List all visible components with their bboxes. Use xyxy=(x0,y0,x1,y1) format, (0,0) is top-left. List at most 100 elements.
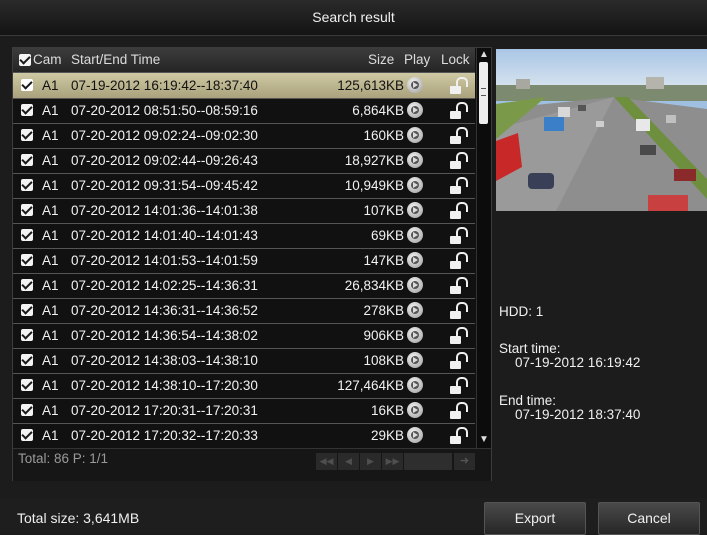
row-time: 07-20-2012 14:36:31--14:36:52 xyxy=(71,303,258,318)
table-row[interactable]: A1 07-20-2012 09:31:54--09:45:42 10,949KB xyxy=(13,173,475,199)
header-size[interactable]: Size xyxy=(368,52,394,67)
table-row[interactable]: A1 07-20-2012 14:38:10--17:20:30 127,464KB xyxy=(13,373,475,399)
unlock-icon[interactable] xyxy=(450,151,468,170)
row-checkbox[interactable] xyxy=(21,204,33,216)
table-row[interactable]: A1 07-20-2012 14:02:25--14:36:31 26,834KB xyxy=(13,273,475,299)
play-icon[interactable] xyxy=(407,177,423,193)
row-time: 07-20-2012 09:31:54--09:45:42 xyxy=(71,178,258,193)
row-time: 07-20-2012 09:02:24--09:02:30 xyxy=(71,128,258,143)
total-count: Total: 86 P: 1/1 xyxy=(18,451,109,466)
play-icon[interactable] xyxy=(407,152,423,168)
row-checkbox[interactable] xyxy=(21,179,33,191)
unlock-icon[interactable] xyxy=(450,426,468,445)
row-checkbox[interactable] xyxy=(21,379,33,391)
row-checkbox[interactable] xyxy=(21,104,33,116)
unlock-icon[interactable] xyxy=(450,376,468,395)
table-row[interactable]: A1 07-20-2012 17:20:31--17:20:31 16KB xyxy=(13,398,475,424)
row-size: 69KB xyxy=(370,228,404,243)
unlock-icon[interactable] xyxy=(450,176,468,195)
row-checkbox[interactable] xyxy=(21,229,33,241)
row-size: 6,864KB xyxy=(352,103,404,118)
go-arrow-icon[interactable]: ➜ xyxy=(454,453,475,470)
play-icon[interactable] xyxy=(407,402,423,418)
unlock-icon[interactable] xyxy=(450,351,468,370)
play-icon[interactable] xyxy=(407,77,423,93)
row-time: 07-20-2012 17:20:32--17:20:33 xyxy=(71,428,258,443)
play-icon[interactable] xyxy=(407,127,423,143)
row-cam: A1 xyxy=(42,303,59,318)
row-cam: A1 xyxy=(42,203,59,218)
play-icon[interactable] xyxy=(407,427,423,443)
select-all-checkbox[interactable] xyxy=(19,54,31,66)
play-icon[interactable] xyxy=(407,302,423,318)
start-time-label: Start time: xyxy=(499,341,561,356)
table-row[interactable]: A1 07-20-2012 14:01:40--14:01:43 69KB xyxy=(13,223,475,249)
table-row[interactable]: A1 07-20-2012 17:20:32--17:20:33 29KB xyxy=(13,423,475,448)
row-checkbox[interactable] xyxy=(21,254,33,266)
play-icon[interactable] xyxy=(407,277,423,293)
cancel-button[interactable]: Cancel xyxy=(598,502,700,535)
unlock-icon[interactable] xyxy=(450,76,468,95)
table-row[interactable]: A1 07-20-2012 14:36:31--14:36:52 278KB xyxy=(13,298,475,324)
scroll-down-icon[interactable]: ▼ xyxy=(478,434,490,446)
first-page-icon[interactable]: ◀◀ xyxy=(316,453,337,470)
play-icon[interactable] xyxy=(407,102,423,118)
row-cam: A1 xyxy=(42,153,59,168)
page-input[interactable] xyxy=(404,453,452,470)
row-checkbox[interactable] xyxy=(21,279,33,291)
play-icon[interactable] xyxy=(407,352,423,368)
row-size: 125,613KB xyxy=(337,78,404,93)
next-page-icon[interactable]: ▶ xyxy=(360,453,381,470)
header-cam[interactable]: Cam xyxy=(33,52,62,67)
play-icon[interactable] xyxy=(407,202,423,218)
prev-page-icon[interactable]: ◀ xyxy=(338,453,359,470)
row-cam: A1 xyxy=(42,428,59,443)
unlock-icon[interactable] xyxy=(450,326,468,345)
table-row[interactable]: A1 07-20-2012 09:02:24--09:02:30 160KB xyxy=(13,123,475,149)
play-icon[interactable] xyxy=(407,377,423,393)
table-row[interactable]: A1 07-20-2012 14:01:53--14:01:59 147KB xyxy=(13,248,475,274)
scroll-thumb[interactable] xyxy=(479,62,488,124)
row-checkbox[interactable] xyxy=(21,304,33,316)
unlock-icon[interactable] xyxy=(450,226,468,245)
unlock-icon[interactable] xyxy=(450,301,468,320)
header-lock: Lock xyxy=(441,52,470,67)
row-time: 07-20-2012 14:01:53--14:01:59 xyxy=(71,253,258,268)
play-icon[interactable] xyxy=(407,252,423,268)
row-cam: A1 xyxy=(42,103,59,118)
row-checkbox[interactable] xyxy=(21,79,33,91)
row-checkbox[interactable] xyxy=(21,404,33,416)
scrollbar[interactable]: ▲ ▼ xyxy=(476,48,491,448)
unlock-icon[interactable] xyxy=(450,201,468,220)
row-size: 16KB xyxy=(370,403,404,418)
unlock-icon[interactable] xyxy=(450,101,468,120)
row-size: 107KB xyxy=(363,203,404,218)
row-checkbox[interactable] xyxy=(21,429,33,441)
export-button[interactable]: Export xyxy=(484,502,586,535)
table-row[interactable]: A1 07-19-2012 16:19:42--18:37:40 125,613KB xyxy=(13,73,475,99)
unlock-icon[interactable] xyxy=(450,126,468,145)
pager: ◀◀ ◀ ▶ ▶▶ xyxy=(316,453,403,470)
scroll-up-icon[interactable]: ▲ xyxy=(478,49,490,61)
row-checkbox[interactable] xyxy=(21,354,33,366)
table-row[interactable]: A1 07-20-2012 09:02:44--09:26:43 18,927KB xyxy=(13,148,475,174)
table-row[interactable]: A1 07-20-2012 14:36:54--14:38:02 906KB xyxy=(13,323,475,349)
unlock-icon[interactable] xyxy=(450,251,468,270)
unlock-icon[interactable] xyxy=(450,276,468,295)
search-results-panel: Cam Start/End Time Size Play Lock A1 07-1… xyxy=(12,47,492,481)
row-cam: A1 xyxy=(42,403,59,418)
table-row[interactable]: A1 07-20-2012 08:51:50--08:59:16 6,864KB xyxy=(13,98,475,124)
unlock-icon[interactable] xyxy=(450,401,468,420)
row-checkbox[interactable] xyxy=(21,329,33,341)
row-cam: A1 xyxy=(42,228,59,243)
highway-thumbnail-image xyxy=(496,49,707,211)
row-checkbox[interactable] xyxy=(21,154,33,166)
row-checkbox[interactable] xyxy=(21,129,33,141)
table-row[interactable]: A1 07-20-2012 14:01:36--14:01:38 107KB xyxy=(13,198,475,224)
table-row[interactable]: A1 07-20-2012 14:38:03--14:38:10 108KB xyxy=(13,348,475,374)
row-cam: A1 xyxy=(42,353,59,368)
play-icon[interactable] xyxy=(407,227,423,243)
play-icon[interactable] xyxy=(407,327,423,343)
header-time[interactable]: Start/End Time xyxy=(71,52,160,67)
last-page-icon[interactable]: ▶▶ xyxy=(382,453,403,470)
